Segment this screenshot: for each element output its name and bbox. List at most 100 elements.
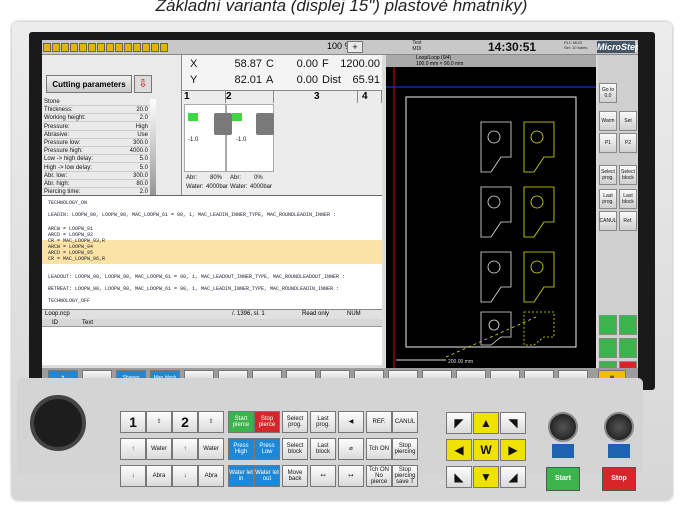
right-softkey[interactable]: CANUL [599,211,617,231]
jog-key[interactable]: ▶ [500,439,526,461]
keypad-key[interactable]: Water let in [228,465,254,487]
keypad-key[interactable]: Tch ON [366,438,392,460]
right-softkey[interactable]: P2 [619,133,637,153]
softkey-5[interactable] [184,370,214,378]
keypad-key[interactable]: ↓ [172,465,198,487]
nc-code-editor[interactable]: TECHNOLOGY_ON LEADIN: LOOPW_90, LOOPW_90,… [42,195,382,309]
keypad-key[interactable]: ↤ [310,465,336,487]
keypad-key[interactable]: 1 [120,411,146,433]
toolbar-icon[interactable] [61,43,69,52]
keypad-key[interactable]: Tch ON No pierce [366,465,392,487]
jog-key[interactable]: ◀ [446,439,472,461]
keypad-key[interactable]: Abra [146,465,172,487]
softkey-13[interactable] [456,370,486,378]
param-row[interactable]: Abr. high: 80.0 [44,181,150,188]
keypad-key[interactable]: Move back [282,465,308,487]
right-softkey[interactable]: Set [619,111,637,131]
param-row[interactable]: Working height: 2.0 [44,115,150,123]
keypad-key[interactable]: ◀ [338,411,364,433]
keypad-key[interactable]: Stop piercing [392,438,418,460]
softkey-8[interactable] [286,370,316,378]
keypad-key[interactable]: CANUL [392,411,418,433]
jog-key[interactable]: ◣ [446,466,472,488]
keypad-key[interactable]: Last block [310,438,336,460]
jog-key[interactable]: W [473,439,499,461]
toolbar-icon[interactable] [97,43,105,52]
param-row[interactable]: Pressure: High [44,124,150,131]
status-softkey[interactable] [619,315,637,335]
keypad-key[interactable]: Abra [198,465,224,487]
crosshair-icon[interactable]: + [347,41,363,53]
param-row[interactable]: High -> low delay: 5.0 [44,165,150,172]
param-row[interactable]: Thickness: 20.0 [44,107,150,115]
jog-key[interactable]: ◥ [500,412,526,434]
softkey-9[interactable] [320,370,350,378]
keypad-key[interactable]: ↑ [172,438,198,460]
softkey-7[interactable] [252,370,282,378]
toolbar-icon[interactable] [70,43,78,52]
right-softkey[interactable]: Select block [619,165,637,185]
toolbar-icon[interactable] [52,43,60,52]
toolbar-icon[interactable] [88,43,96,52]
softkey-6[interactable] [218,370,248,378]
cut-preview[interactable]: Loop/Loop (0/4) 100.0 mm × 90.0 mm 200.0… [386,55,596,368]
status-softkey[interactable] [599,338,617,358]
status-softkey[interactable] [599,315,617,335]
head-4-tab[interactable]: 4 [358,91,382,103]
param-row[interactable]: Abr. low: 300.0 [44,173,150,180]
keypad-key[interactable]: ↑ [120,438,146,460]
softkey-12[interactable] [422,370,452,378]
stop-button[interactable]: Stop [602,467,636,491]
keypad-key[interactable]: Water [146,438,172,460]
toolbar-icon[interactable] [160,43,168,52]
keyboard-icon[interactable]: ▦ [598,370,626,378]
head-1-tab[interactable]: 1 [184,91,226,103]
right-softkey[interactable]: Select prog. [599,165,617,185]
keypad-key[interactable]: Press Low [254,438,280,460]
man-block-softkey[interactable]: Man block [150,370,180,378]
param-row[interactable]: Pressure low: 300.0 [44,140,150,147]
keypad-key[interactable]: REF. [366,411,392,433]
softkey-15[interactable] [524,370,554,378]
keypad-key[interactable]: Stop pierce [254,411,280,433]
param-row[interactable]: Pressure high: 4000.0 [44,148,150,156]
override-knob[interactable] [548,412,578,442]
right-softkey[interactable]: Go to 0,0 [599,83,617,103]
cutting-parameters-button[interactable]: Cutting parameters [46,75,132,93]
jog-key[interactable]: ◤ [446,412,472,434]
toolbar-icon[interactable] [115,43,123,52]
param-row[interactable]: Low -> high delay: 5.0 [44,156,150,164]
keypad-key[interactable]: Start pierce [228,411,254,433]
keypad-key[interactable]: Stop piercing save T [392,465,418,487]
toolbar-icon[interactable] [79,43,87,52]
right-softkey[interactable]: Ref. [619,211,637,231]
right-softkey[interactable]: Last prog. [599,189,617,209]
right-softkey[interactable]: Last block [619,189,637,209]
head-3-tab[interactable]: 3 [310,91,358,103]
right-softkey[interactable]: Warm [599,111,617,131]
start-button[interactable]: Start [546,467,580,491]
toolbar-icon[interactable] [133,43,141,52]
keypad-key[interactable]: Select prog. [282,411,308,433]
message-list[interactable] [42,327,382,365]
softkey-16[interactable]: … [558,370,588,378]
shapes-softkey[interactable]: Shapes [116,370,146,378]
keypad-key[interactable]: Water [198,438,224,460]
keypad-key[interactable]: ↦ [338,465,364,487]
toolbar-icon[interactable] [43,43,51,52]
jog-key[interactable]: ▼ [473,466,499,488]
keypad-key[interactable]: Press High [228,438,254,460]
keypad-key[interactable]: Select block [282,438,308,460]
status-softkey[interactable] [619,338,637,358]
keypad-key[interactable]: 2 [172,411,198,433]
softkey-10[interactable] [354,370,384,378]
keypad-key[interactable]: ⌀ [338,438,364,460]
jog-key[interactable]: ◢ [500,466,526,488]
param-row[interactable]: Abrasive: Use [44,132,150,139]
jog-key[interactable]: ▲ [473,412,499,434]
keypad-key[interactable]: ⇧ [198,411,224,433]
param-scrollbar[interactable] [150,99,156,207]
param-row[interactable]: Stone [44,99,150,106]
toolbar-icon[interactable] [151,43,159,52]
softkey-14[interactable] [490,370,520,378]
